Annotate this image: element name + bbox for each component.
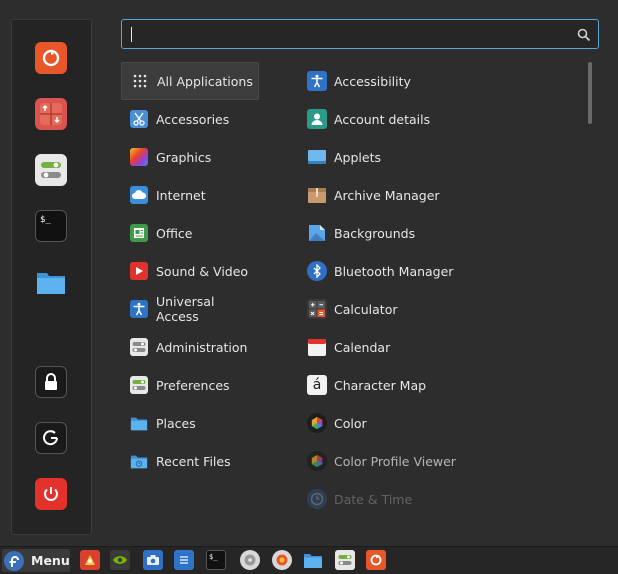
firefox-icon[interactable] [35, 42, 67, 74]
accessibility-icon [130, 300, 148, 318]
app-label: Backgrounds [334, 225, 416, 241]
color-icon [307, 413, 327, 433]
category-internet[interactable]: Internet [121, 176, 259, 214]
color-square-icon [130, 148, 148, 166]
scissors-icon [130, 110, 148, 128]
applets-icon [307, 147, 327, 167]
folder-icon [130, 414, 148, 432]
app-calculator[interactable]: Calculator [307, 290, 577, 328]
app-accessibility[interactable]: Accessibility [307, 62, 577, 100]
settings-icon[interactable] [335, 550, 355, 570]
category-places[interactable]: Places [121, 404, 259, 442]
category-preferences[interactable]: Preferences [121, 366, 259, 404]
taskbar-panel: Menu $_ [0, 546, 618, 574]
play-icon [130, 262, 148, 280]
gimp-icon[interactable] [80, 550, 100, 570]
category-label: Sound & Video [156, 263, 249, 279]
app-account-details[interactable]: Account details [307, 100, 577, 138]
search-box[interactable] [121, 19, 599, 49]
files-icon[interactable] [303, 550, 323, 570]
category-graphics[interactable]: Graphics [121, 138, 259, 176]
firefox-icon[interactable] [272, 550, 292, 570]
app-color-profile-viewer[interactable]: Color Profile Viewer [307, 442, 577, 480]
menu-button[interactable]: Menu [2, 549, 70, 572]
category-all-applications[interactable]: All Applications [121, 62, 259, 100]
category-label: All Applications [157, 73, 253, 89]
user-icon [307, 109, 327, 129]
app-date-time[interactable]: Date & Time [307, 480, 577, 518]
folder-icon[interactable] [35, 266, 67, 298]
category-administration[interactable]: Administration [121, 328, 259, 366]
category-universal-access[interactable]: Universal Access [121, 290, 259, 328]
app-character-map[interactable]: á Character Map [307, 366, 577, 404]
grid-icon [131, 72, 149, 90]
category-recent-files[interactable]: Recent Files [121, 442, 259, 480]
character-map-icon: á [307, 375, 327, 395]
category-label: Recent Files [156, 453, 231, 469]
document-icon [130, 224, 148, 242]
category-office[interactable]: Office [121, 214, 259, 252]
accessibility-icon [307, 71, 327, 91]
search-icon[interactable] [577, 27, 591, 46]
category-label: Places [156, 415, 196, 431]
folder-clock-icon [130, 452, 148, 470]
search-input[interactable] [130, 24, 574, 46]
terminal-icon[interactable]: $_ [206, 550, 226, 570]
clock-icon [307, 489, 327, 509]
toggle-icon [130, 376, 148, 394]
app-label: Color Profile Viewer [334, 453, 456, 469]
app-label: Applets [334, 149, 381, 165]
fedora-logo-icon [4, 550, 24, 571]
app-label: Color [334, 415, 367, 431]
software-manager-icon[interactable] [35, 98, 67, 130]
category-label: Universal Access [156, 294, 215, 324]
disks-icon[interactable] [240, 550, 260, 570]
app-applets[interactable]: Applets [307, 138, 577, 176]
category-label: Preferences [156, 377, 230, 393]
app-label: Calculator [334, 301, 398, 317]
cloud-icon [130, 186, 148, 204]
screenshot-icon[interactable] [143, 550, 163, 570]
app-calendar[interactable]: Calendar [307, 328, 577, 366]
category-label: Accessories [156, 111, 230, 127]
firefox-alt-icon[interactable] [366, 550, 386, 570]
app-label: Character Map [334, 377, 427, 393]
scrollbar-thumb[interactable] [588, 62, 592, 124]
app-bluetooth-manager[interactable]: Bluetooth Manager [307, 252, 577, 290]
text-editor-icon[interactable] [174, 550, 194, 570]
category-label: Internet [156, 187, 206, 203]
nvidia-icon[interactable] [110, 550, 130, 570]
backgrounds-icon [307, 223, 327, 243]
logout-icon[interactable] [35, 422, 67, 454]
settings-toggle-icon[interactable] [35, 154, 67, 186]
calendar-icon [307, 337, 327, 357]
terminal-icon[interactable]: $_ [35, 210, 67, 242]
category-sound-video[interactable]: Sound & Video [121, 252, 259, 290]
app-label: Calendar [334, 339, 391, 355]
color-icon [307, 451, 327, 471]
app-label: Bluetooth Manager [334, 263, 454, 279]
lock-icon[interactable] [35, 366, 67, 398]
category-label: Office [156, 225, 193, 241]
app-label: Account details [334, 111, 431, 127]
power-icon[interactable] [35, 478, 67, 510]
app-label: Archive Manager [334, 187, 440, 203]
app-label: Accessibility [334, 73, 411, 89]
app-backgrounds[interactable]: Backgrounds [307, 214, 577, 252]
category-label: Graphics [156, 149, 212, 165]
category-label: Administration [156, 339, 248, 355]
app-color[interactable]: Color [307, 404, 577, 442]
category-accessories[interactable]: Accessories [121, 100, 259, 138]
bluetooth-icon [307, 261, 327, 281]
toggle-icon [130, 338, 148, 356]
app-label: Date & Time [334, 491, 413, 507]
archive-icon [307, 185, 327, 205]
application-menu: $_ All Applications Accessories Graphics… [0, 0, 618, 546]
favorites-sidebar: $_ [11, 19, 92, 535]
menu-label: Menu [31, 553, 70, 568]
calculator-icon [307, 299, 327, 319]
app-archive-manager[interactable]: Archive Manager [307, 176, 577, 214]
